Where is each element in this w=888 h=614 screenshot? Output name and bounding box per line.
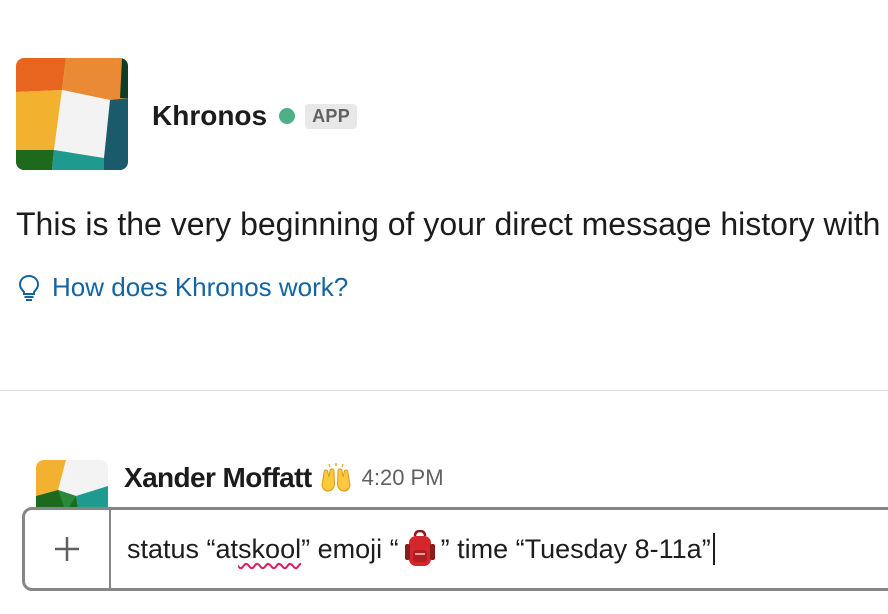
- message-input[interactable]: status “at skool ” emoji “ ” time “Tuesd…: [111, 510, 888, 588]
- dm-page: Khronos APP This is the very beginning o…: [0, 0, 888, 614]
- app-name-row: Khronos APP: [152, 96, 358, 136]
- raised-hands-icon[interactable]: [320, 463, 352, 493]
- presence-indicator: [279, 108, 296, 124]
- message-header: Xander Moffatt 4:20 PM: [124, 460, 444, 496]
- help-link[interactable]: How does Khronos work?: [18, 272, 348, 303]
- app-badge: APP: [305, 103, 358, 129]
- input-text-part3: ” time “Tuesday 8-11a”: [440, 533, 711, 564]
- divider: [0, 390, 888, 391]
- misspelled-word[interactable]: skool: [238, 534, 301, 565]
- help-link-label: How does Khronos work?: [52, 272, 349, 302]
- lightbulb-icon: [18, 274, 40, 301]
- input-text-part2: ” emoji “: [301, 533, 399, 564]
- attach-button[interactable]: [25, 510, 111, 588]
- plus-icon: [55, 537, 79, 561]
- khronos-logo[interactable]: [16, 58, 128, 170]
- text-caret: [712, 533, 715, 565]
- khronos-logo-icon: [16, 58, 128, 170]
- message-composer: status “at skool ” emoji “ ” time “Tuesd…: [22, 507, 888, 591]
- app-name[interactable]: Khronos: [152, 100, 267, 132]
- input-text-part1: status “at: [127, 533, 239, 564]
- timestamp[interactable]: 4:20 PM: [362, 465, 444, 491]
- backpack-icon: [404, 530, 435, 566]
- sender-name[interactable]: Xander Moffatt: [124, 462, 312, 494]
- dm-intro-text: This is the very beginning of your direc…: [16, 206, 881, 242]
